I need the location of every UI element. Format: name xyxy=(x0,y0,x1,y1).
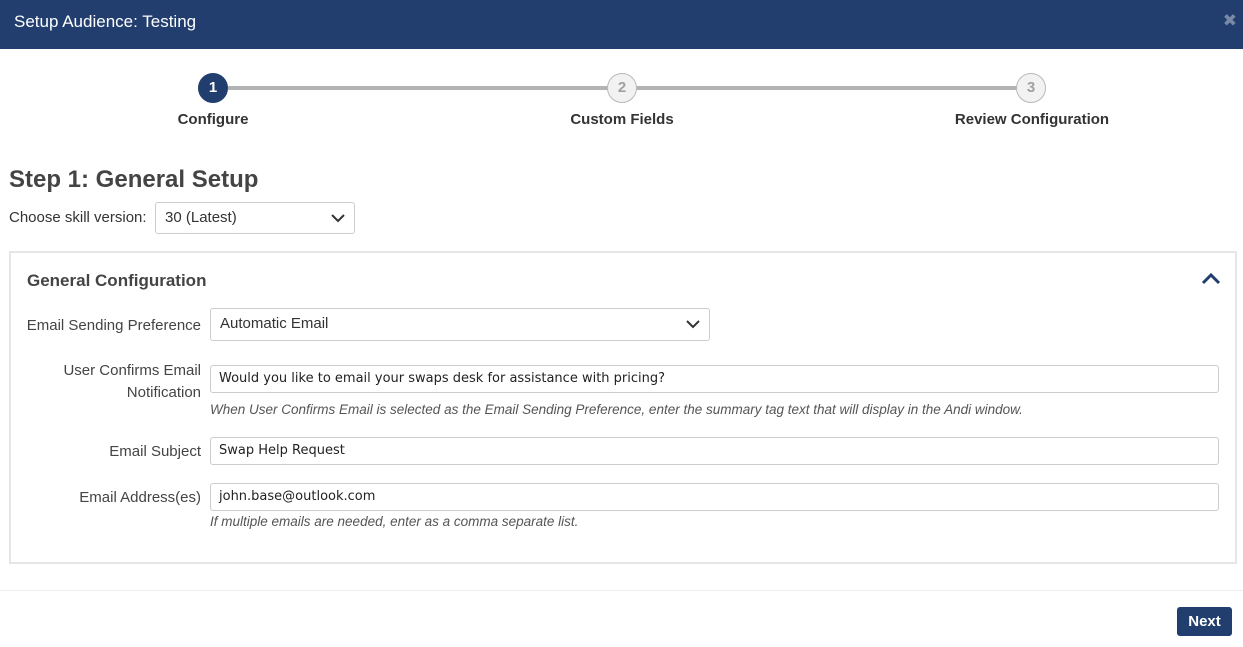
general-configuration-panel: General Configuration Email Sending Pref… xyxy=(9,251,1237,564)
skill-version-label: Choose skill version: xyxy=(9,209,147,226)
step-2-label: Custom Fields xyxy=(570,111,674,128)
step-1-indicator[interactable]: 1 xyxy=(198,73,228,103)
email-subject-input[interactable]: Swap Help Request xyxy=(210,437,1219,465)
step-2-indicator[interactable]: 2 xyxy=(607,73,637,103)
chevron-up-icon[interactable] xyxy=(1201,271,1221,287)
step-connector xyxy=(637,86,1017,90)
close-icon[interactable]: ✖ xyxy=(1223,11,1237,31)
wizard-stepper: 1 Configure 2 Custom Fields 3 Review Con… xyxy=(0,49,1243,139)
page-title: Step 1: General Setup xyxy=(9,166,259,193)
confirm-label: User Confirms Email Notification xyxy=(63,360,201,404)
subject-label: Email Subject xyxy=(109,443,201,460)
chevron-down-icon xyxy=(686,320,700,329)
address-label: Email Address(es) xyxy=(79,489,201,506)
confirm-label-line2: Notification xyxy=(126,384,201,401)
step-3-label: Review Configuration xyxy=(954,111,1110,128)
skill-version-select[interactable]: 30 (Latest) xyxy=(155,202,355,234)
email-pref-label: Email Sending Preference xyxy=(26,317,201,334)
panel-title: General Configuration xyxy=(27,271,207,290)
email-pref-select[interactable]: Automatic Email xyxy=(210,308,710,341)
email-address-input[interactable]: john.base@outlook.com xyxy=(210,483,1219,511)
step-connector xyxy=(228,86,608,90)
next-button[interactable]: Next xyxy=(1177,607,1232,636)
confirm-help-text: When User Confirms Email is selected as … xyxy=(210,402,1023,417)
dialog-title: Setup Audience: Testing xyxy=(14,12,197,31)
confirm-notification-input[interactable]: Would you like to email your swaps desk … xyxy=(210,365,1219,393)
address-help-text: If multiple emails are needed, enter as … xyxy=(210,514,579,529)
dialog-titlebar: Setup Audience: Testing ✖ xyxy=(0,0,1243,49)
step-1-label: Configure xyxy=(177,111,249,128)
step-3-indicator[interactable]: 3 xyxy=(1016,73,1046,103)
skill-version-value: 30 (Latest) xyxy=(165,209,237,226)
email-pref-value: Automatic Email xyxy=(220,315,329,332)
footer-divider xyxy=(0,590,1243,591)
chevron-down-icon xyxy=(331,214,345,223)
confirm-label-line1: User Confirms Email xyxy=(63,362,201,379)
